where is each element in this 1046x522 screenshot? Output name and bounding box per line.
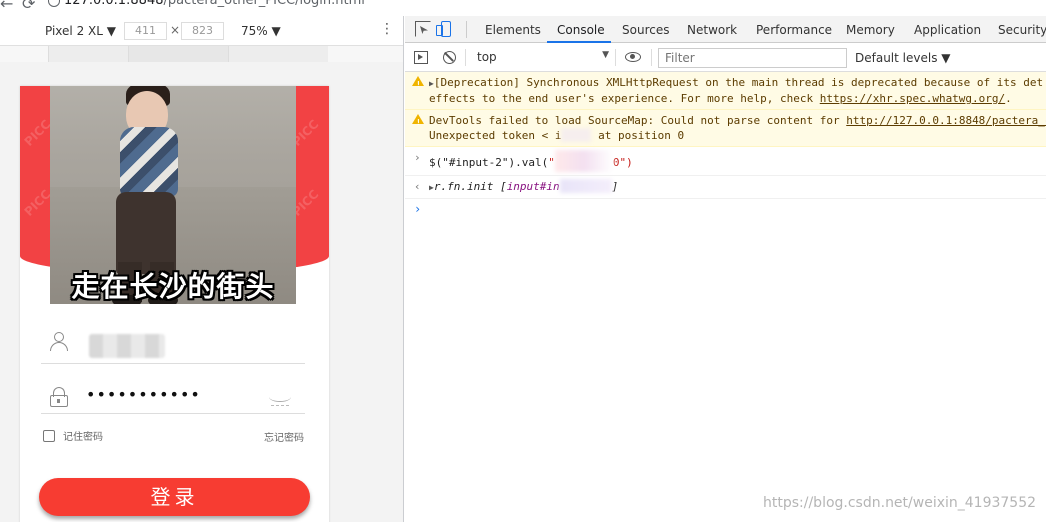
redacted-value: [559, 179, 612, 193]
watermark: https://blog.csdn.net/weixin_41937552: [763, 495, 1037, 511]
media-query-ruler[interactable]: [0, 46, 403, 62]
url-text[interactable]: 127.0.0.1:8848/pactera_other_PICC/login.…: [64, 0, 365, 8]
password-field[interactable]: •••••••••••: [41, 374, 305, 414]
log-levels-select[interactable]: Default levels ▼: [855, 51, 951, 65]
console-warning: ▶[Deprecation] Synchronous XMLHttpReques…: [405, 72, 1046, 110]
input-prompt-icon: ›: [414, 151, 421, 164]
console-result-line[interactable]: ‹ ▶r.fn.init [input#in]: [405, 176, 1046, 199]
tab-application[interactable]: Application: [914, 23, 981, 37]
username-field[interactable]: [41, 320, 305, 364]
dimension-separator: ×: [170, 23, 181, 37]
tab-sources[interactable]: Sources: [622, 23, 669, 37]
info-icon[interactable]: [48, 0, 60, 7]
console-filter-input[interactable]: [658, 48, 847, 68]
console-toolbar: top ▼ Default levels ▼: [405, 44, 1046, 72]
prompt-caret-icon: ›: [414, 202, 422, 216]
remember-password[interactable]: 记住密码: [43, 428, 103, 443]
login-button[interactable]: 登录: [39, 478, 310, 516]
remember-checkbox[interactable]: [43, 429, 55, 442]
device-toolbar: Pixel 2 XL ▼ 411 × 823 75% ▼ ⋮: [0, 16, 403, 46]
redacted-value: [554, 150, 613, 172]
eye-closed-icon[interactable]: [269, 392, 291, 402]
inspect-element-icon[interactable]: [415, 21, 431, 37]
clear-console-icon[interactable]: [443, 51, 456, 64]
password-value: •••••••••••: [86, 385, 201, 404]
forgot-password-link[interactable]: 忘记密码: [264, 429, 304, 444]
user-icon: [50, 332, 68, 351]
meme-image: 走在长沙的街头: [50, 86, 296, 304]
reload-icon[interactable]: ⟳: [22, 0, 35, 13]
image-caption: 走在长沙的街头: [71, 270, 275, 303]
console-input-line: › $("#input-2").val(" 0"): [405, 147, 1046, 176]
device-toggle-icon[interactable]: [436, 21, 451, 37]
console-messages: ▶[Deprecation] Synchronous XMLHttpReques…: [405, 72, 1046, 219]
console-sidebar-icon[interactable]: [414, 51, 428, 64]
tab-memory[interactable]: Memory: [846, 23, 895, 37]
device-emulation-pane: Pixel 2 XL ▼ 411 × 823 75% ▼ ⋮ PICC PICC…: [0, 16, 404, 522]
result-arrow-icon: ‹: [414, 180, 421, 193]
zoom-select[interactable]: 75% ▼: [241, 24, 281, 38]
more-options-icon[interactable]: ⋮: [380, 21, 394, 37]
console-warning: DevTools failed to load SourceMap: Could…: [405, 110, 1046, 147]
context-select[interactable]: top ▼: [469, 50, 609, 66]
device-height-input[interactable]: 823: [181, 22, 224, 40]
tab-performance[interactable]: Performance: [756, 23, 832, 37]
live-expression-icon[interactable]: [625, 52, 641, 62]
back-arrow-icon[interactable]: ←: [0, 0, 13, 13]
xhr-spec-link[interactable]: https://xhr.spec.whatwg.org/: [820, 92, 1005, 105]
tab-network[interactable]: Network: [687, 23, 737, 37]
lock-icon: [50, 387, 68, 407]
phone-viewport: PICC PICC PICC PICC 走在长沙的街头 •••••••••••: [20, 86, 329, 522]
device-width-input[interactable]: 411: [124, 22, 167, 40]
warning-icon: [412, 114, 424, 130]
tab-console[interactable]: Console: [557, 23, 605, 37]
sourcemap-link[interactable]: http://127.0.0.1:8848/pactera_c: [846, 114, 1046, 127]
remember-label: 记住密码: [63, 432, 103, 443]
browser-address-bar: ← ⟳ 127.0.0.1:8848/pactera_other_PICC/lo…: [0, 0, 1046, 16]
tab-security[interactable]: Security: [998, 23, 1046, 37]
device-select[interactable]: Pixel 2 XL ▼: [45, 24, 116, 38]
devtools-tabbar: Elements Console Sources Network Perform…: [405, 16, 1046, 43]
tab-elements[interactable]: Elements: [485, 23, 541, 37]
username-value-redacted: [89, 334, 165, 358]
console-prompt[interactable]: ›: [405, 199, 1046, 219]
devtools-panel: Elements Console Sources Network Perform…: [405, 16, 1046, 522]
warning-icon: [412, 76, 424, 92]
